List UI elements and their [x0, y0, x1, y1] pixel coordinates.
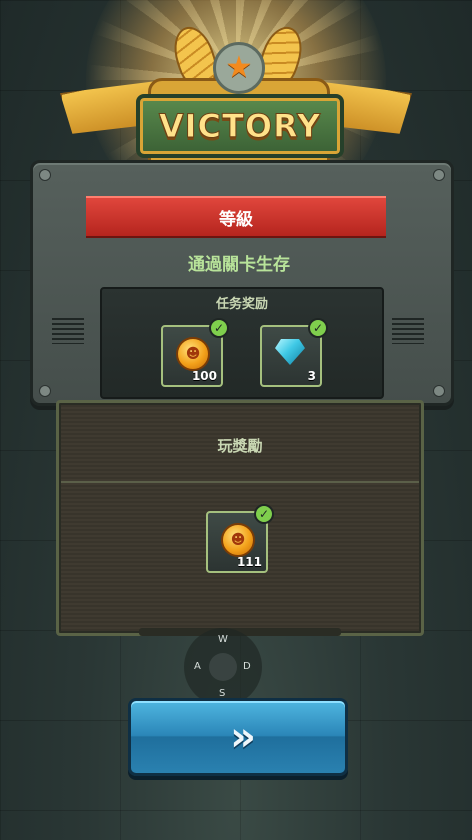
wasd-joystick[interactable]: W A D S: [184, 628, 262, 706]
checkmark-icon: ✓: [254, 504, 274, 524]
key-d: D: [243, 661, 251, 672]
coin-icon: ☻: [221, 523, 255, 557]
rivet: [39, 169, 51, 181]
level-ribbon: 等級: [86, 196, 386, 238]
joystick-knob[interactable]: [209, 653, 237, 681]
rivet: [433, 385, 445, 397]
rivet: [433, 169, 445, 181]
checkmark-icon: ✓: [308, 318, 328, 338]
panel-grip-left-icon: [52, 318, 84, 344]
star-badge: ★: [213, 42, 265, 94]
double-chevron-right-icon: »: [230, 714, 256, 760]
reward-item-coin[interactable]: ☻ 100 ✓: [161, 318, 229, 387]
panel-grip-right-icon: [392, 318, 424, 344]
diamond-icon: [275, 339, 305, 365]
victory-banner: VICTORY: [136, 94, 344, 158]
coin-icon: ☻: [176, 337, 210, 371]
mission-rewards: 任务奖励 ☻ 100 ✓ 3 ✓: [100, 287, 384, 399]
reward-count: 111: [236, 555, 262, 569]
key-w: W: [218, 634, 228, 645]
victory-title: VICTORY: [158, 107, 322, 146]
star-icon: ★: [225, 50, 253, 85]
level-ribbon-label: 等級: [219, 209, 253, 230]
mission-rewards-title: 任务奖励: [215, 297, 268, 312]
checkmark-icon: ✓: [209, 318, 229, 338]
reward-item-diamond[interactable]: 3 ✓: [260, 318, 328, 387]
play-rewards-panel: 玩獎勵 ☻ 111 ✓: [56, 400, 424, 636]
next-button[interactable]: »: [128, 698, 348, 776]
level-subtitle: 通過關卡生存: [188, 255, 290, 275]
key-a: A: [194, 661, 201, 672]
reward-count: 3: [307, 369, 316, 383]
divider: [61, 481, 419, 483]
rivet: [39, 385, 51, 397]
play-rewards-label: 玩獎勵: [217, 437, 263, 455]
play-reward-item-coin[interactable]: ☻ 111 ✓: [206, 504, 274, 573]
reward-count: 100: [191, 369, 217, 383]
